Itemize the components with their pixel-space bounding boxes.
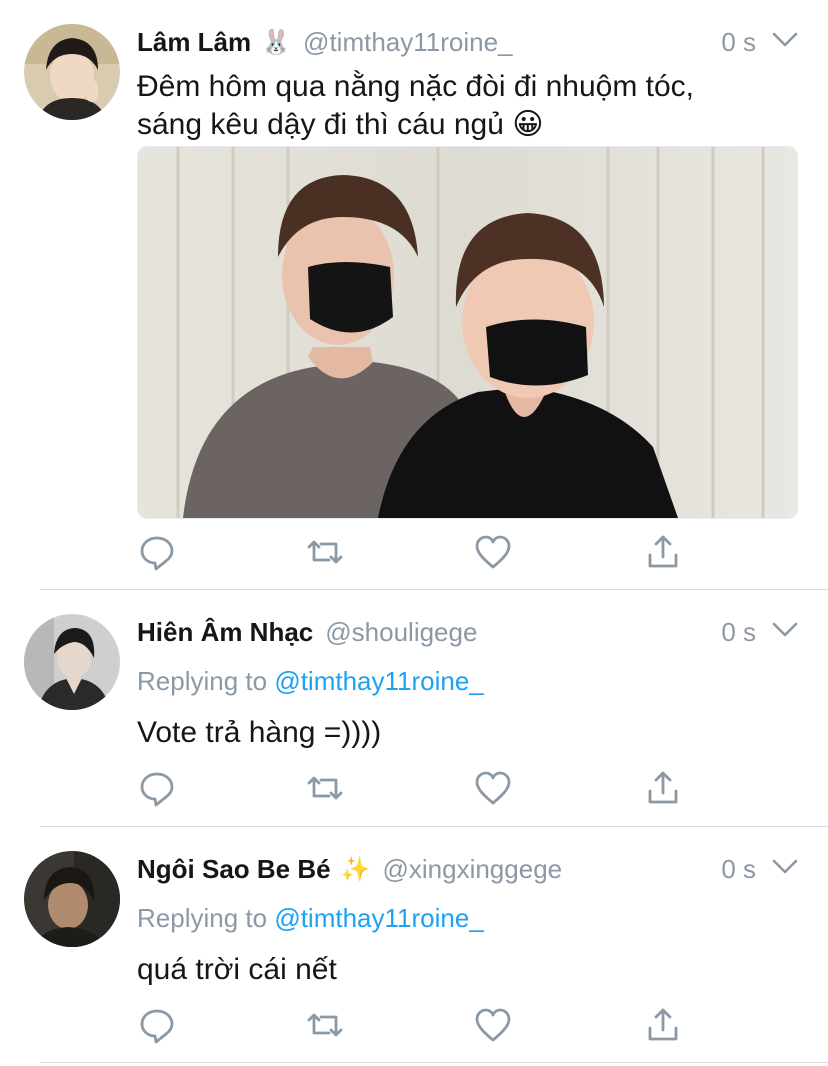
chevron-down-icon[interactable]: [772, 857, 798, 882]
share-icon[interactable]: [643, 768, 683, 808]
avatar[interactable]: [24, 851, 120, 947]
tweet-photo[interactable]: [137, 146, 798, 519]
name-emoji: 🐰: [261, 28, 292, 56]
tweet-text: Đêm hôm qua nằng nặc đòi đi nhuộm tóc, s…: [137, 68, 798, 144]
user-handle[interactable]: @xingxinggege: [382, 854, 562, 885]
user-handle[interactable]: @shouligege: [325, 617, 477, 648]
replying-to: Replying to @timthay11roine_: [137, 903, 484, 934]
reply-icon[interactable]: [137, 768, 177, 808]
tweet-text: quá trời cái nết: [137, 953, 337, 986]
tweet-actions: [137, 768, 697, 808]
mention-link[interactable]: @timthay11roine_: [274, 666, 483, 696]
tweet-text-line: Đêm hôm qua nằng nặc đòi đi nhuộm tóc,: [137, 70, 695, 103]
display-name[interactable]: Lâm Lâm: [137, 27, 251, 58]
retweet-icon[interactable]: [305, 1005, 345, 1045]
display-name[interactable]: Ngôi Sao Be Bé: [137, 854, 331, 885]
user-handle[interactable]: @timthay11roine_: [303, 27, 512, 58]
mention-link[interactable]: @timthay11roine_: [274, 903, 483, 933]
replying-prefix: Replying to: [137, 666, 268, 696]
heart-icon[interactable]: [473, 532, 513, 572]
tweet[interactable]: Lâm Lâm 🐰 @timthay11roine_ 0 s Đêm hôm q…: [0, 0, 828, 590]
name-emoji: ✨: [340, 855, 371, 883]
heart-icon[interactable]: [473, 768, 513, 808]
retweet-icon[interactable]: [305, 768, 345, 808]
timestamp: 0 s: [721, 616, 756, 647]
tweet-text-line: sáng kêu dậy đi thì cáu ngủ 😀: [137, 108, 544, 141]
divider: [40, 1062, 828, 1063]
chevron-down-icon[interactable]: [772, 30, 798, 55]
timestamp: 0 s: [721, 26, 756, 57]
retweet-icon[interactable]: [305, 532, 345, 572]
avatar[interactable]: [24, 614, 120, 710]
reply-icon[interactable]: [137, 532, 177, 572]
tweet[interactable]: Hiên Âm Nhạc @shouligege 0 s Replying to…: [0, 590, 828, 826]
replying-prefix: Replying to: [137, 903, 268, 933]
tweet-actions: [137, 1005, 697, 1045]
tweet-actions: [137, 532, 697, 572]
replying-to: Replying to @timthay11roine_: [137, 666, 484, 697]
chevron-down-icon[interactable]: [772, 620, 798, 645]
timestamp: 0 s: [721, 853, 756, 884]
tweet-text: Vote trả hàng =)))): [137, 716, 382, 749]
share-icon[interactable]: [643, 1005, 683, 1045]
reply-icon[interactable]: [137, 1005, 177, 1045]
heart-icon[interactable]: [473, 1005, 513, 1045]
display-name[interactable]: Hiên Âm Nhạc: [137, 617, 313, 648]
avatar[interactable]: [24, 24, 120, 120]
tweet[interactable]: Ngôi Sao Be Bé ✨ @xingxinggege 0 s Reply…: [0, 827, 828, 1063]
share-icon[interactable]: [643, 532, 683, 572]
